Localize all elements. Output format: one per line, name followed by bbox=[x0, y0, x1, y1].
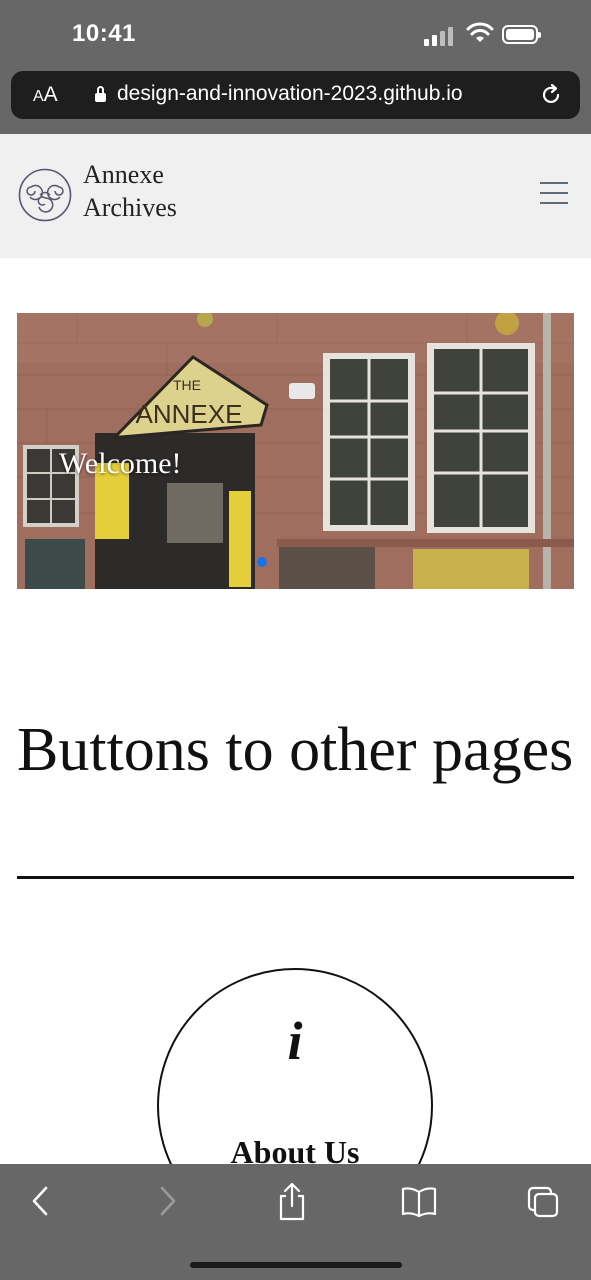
hero-carousel[interactable]: THE ANNEXE Welcome! bbox=[17, 313, 574, 589]
carousel-indicator[interactable] bbox=[257, 557, 267, 567]
browser-chrome-top: 10:41 AA design-and-innovation-2023.gith… bbox=[0, 0, 591, 134]
reader-text-size-button[interactable]: AA bbox=[33, 83, 58, 107]
back-icon[interactable] bbox=[28, 1182, 52, 1220]
info-icon: i bbox=[287, 1011, 303, 1071]
bookmarks-icon[interactable] bbox=[400, 1182, 438, 1220]
brand-line-2: Archives bbox=[83, 193, 177, 222]
aa-small-label: A bbox=[33, 88, 44, 105]
carousel-caption: Welcome! bbox=[59, 447, 182, 480]
tabs-icon[interactable] bbox=[526, 1182, 560, 1220]
aa-large-label: A bbox=[43, 83, 58, 106]
brand-name[interactable]: Annexe Archives bbox=[83, 158, 177, 224]
forward-icon[interactable] bbox=[156, 1182, 180, 1220]
page-heading: Buttons to other pages bbox=[17, 716, 574, 784]
browser-toolbar-bottom bbox=[0, 1164, 591, 1280]
home-indicator bbox=[190, 1262, 402, 1268]
heading-divider bbox=[17, 876, 574, 879]
share-icon[interactable] bbox=[276, 1182, 308, 1222]
status-time: 10:41 bbox=[72, 20, 136, 47]
sign-main-text: ANNEXE bbox=[136, 399, 243, 429]
site-navbar: Annexe Archives bbox=[0, 134, 591, 258]
url-text[interactable]: design-and-innovation-2023.github.io bbox=[117, 82, 463, 106]
sign-top-text: THE bbox=[173, 377, 201, 393]
address-bar[interactable]: AA design-and-innovation-2023.github.io bbox=[11, 71, 580, 119]
reload-icon[interactable] bbox=[539, 83, 563, 107]
brand-line-1: Annexe bbox=[83, 160, 164, 189]
triskele-logo-icon[interactable] bbox=[18, 168, 72, 222]
lock-icon bbox=[95, 86, 106, 102]
wifi-icon bbox=[466, 22, 494, 42]
menu-icon[interactable] bbox=[540, 182, 568, 206]
battery-icon bbox=[502, 25, 541, 44]
cellular-signal-icon bbox=[424, 24, 453, 46]
